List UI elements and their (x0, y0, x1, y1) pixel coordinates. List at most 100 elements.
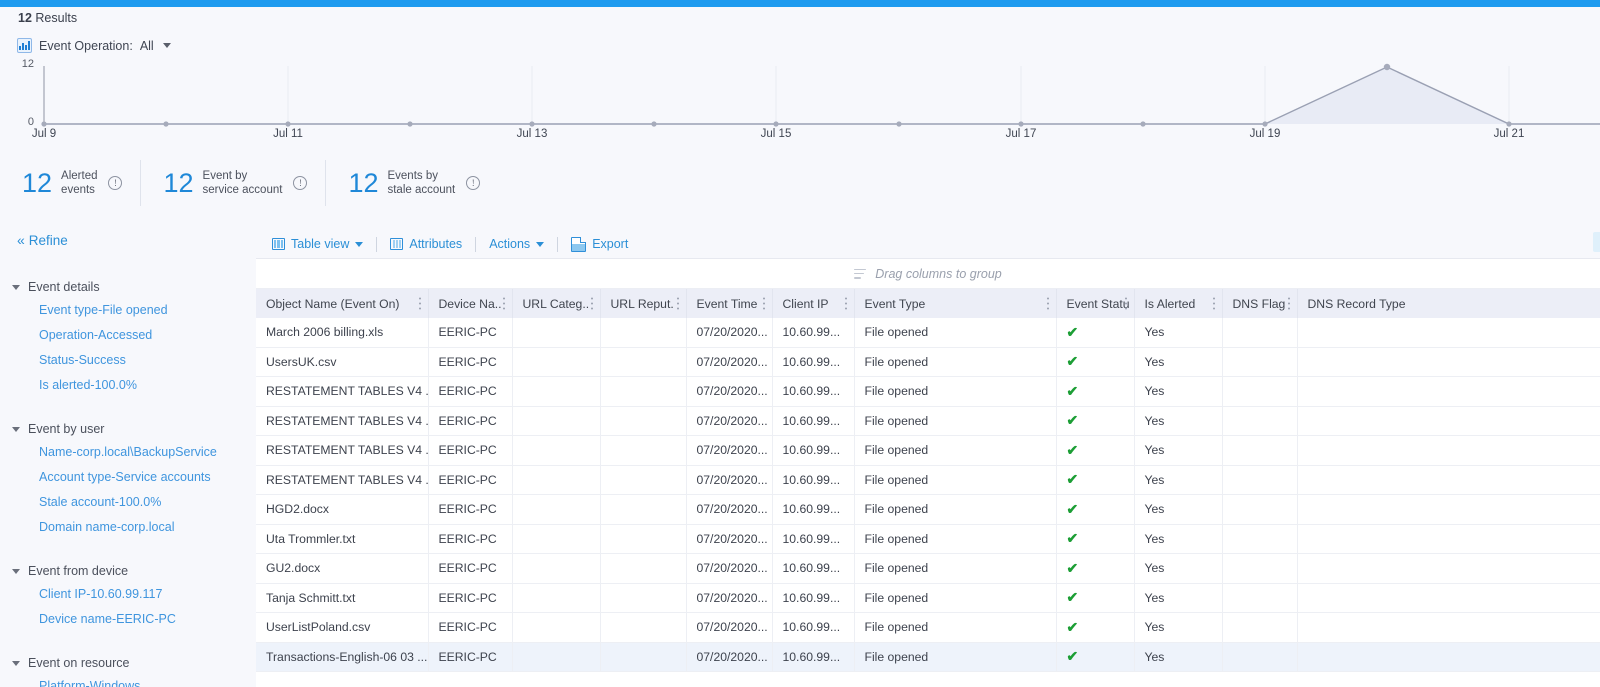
refine-item[interactable]: Name-corp.local\BackupService (0, 440, 252, 465)
cell-event-status: ✔ (1056, 347, 1134, 377)
cell-object-name: UsersUK.csv (256, 347, 428, 377)
status-check-icon: ✔ (1067, 619, 1079, 635)
cell-event-time: 07/20/2020... (686, 406, 772, 436)
info-icon[interactable]: ! (466, 176, 480, 190)
cell-object-name: Transactions-English-06 03 ... (256, 642, 428, 672)
col-dns-flag[interactable]: DNS Flag (1222, 289, 1297, 318)
refine-group-title[interactable]: Event from device (0, 560, 252, 582)
table-row[interactable]: March 2006 billing.xlsEERIC-PC07/20/2020… (256, 318, 1600, 347)
col-url-category[interactable]: URL Categ.. (512, 289, 600, 318)
table-row[interactable]: RESTATEMENT TABLES V4 ...EERIC-PC07/20/2… (256, 406, 1600, 436)
cell-dns-flag (1222, 524, 1297, 554)
table-row[interactable]: Tanja Schmitt.txtEERIC-PC07/20/2020...10… (256, 583, 1600, 613)
col-object-name[interactable]: Object Name (Event On) (256, 289, 428, 318)
cell-is-alerted: Yes (1134, 583, 1222, 613)
refine-item[interactable]: Operation-Accessed (0, 323, 252, 348)
col-event-type[interactable]: Event Type (854, 289, 1056, 318)
results-count-label: Results (35, 11, 77, 25)
column-menu-icon[interactable] (591, 297, 594, 310)
table-view-button[interactable]: Table view (256, 237, 376, 251)
cell-client-ip: 10.60.99... (772, 495, 854, 525)
table-row[interactable]: RESTATEMENT TABLES V4 ...EERIC-PC07/20/2… (256, 465, 1600, 495)
chevron-down-icon[interactable] (163, 43, 171, 48)
event-operation-filter[interactable]: Event Operation: All (17, 38, 171, 53)
cell-device: EERIC-PC (428, 347, 512, 377)
cell-event-type: File opened (854, 524, 1056, 554)
cell-event-type: File opened (854, 642, 1056, 672)
col-label: DNS Record Type (1308, 297, 1406, 311)
col-client-ip[interactable]: Client IP (772, 289, 854, 318)
export-button[interactable]: Export (558, 237, 641, 252)
refine-group-title[interactable]: Event on resource (0, 652, 252, 674)
table-row[interactable]: GU2.docxEERIC-PC07/20/2020...10.60.99...… (256, 554, 1600, 584)
kpi-summary-row: 12 Alerted events ! 12 Event by service … (14, 160, 498, 206)
refine-item[interactable]: Domain name-corp.local (0, 515, 252, 540)
refine-item[interactable]: Is alerted-100.0% (0, 373, 252, 398)
event-operation-value[interactable]: All (140, 39, 154, 53)
kpi-label-line2: events (61, 184, 95, 196)
column-menu-icon[interactable] (1213, 297, 1216, 310)
col-event-time[interactable]: Event Time (686, 289, 772, 318)
table-row[interactable]: RESTATEMENT TABLES V4 ...EERIC-PC07/20/2… (256, 436, 1600, 466)
col-device-name[interactable]: Device Na.. (428, 289, 512, 318)
column-menu-icon[interactable] (503, 297, 506, 310)
table-row[interactable]: Uta Trommler.txtEERIC-PC07/20/2020...10.… (256, 524, 1600, 554)
refine-item[interactable]: Status-Success (0, 348, 252, 373)
refine-item[interactable]: Client IP-10.60.99.117 (0, 582, 252, 607)
table-row[interactable]: RESTATEMENT TABLES V4 ...EERIC-PC07/20/2… (256, 377, 1600, 407)
table-row[interactable]: Transactions-English-06 03 ...EERIC-PC07… (256, 642, 1600, 672)
column-menu-icon[interactable] (845, 297, 848, 310)
refine-item[interactable]: Account type-Service accounts (0, 465, 252, 490)
kpi-event-by-service-account[interactable]: 12 Event by service account ! (140, 160, 325, 206)
cell-object-name: Tanja Schmitt.txt (256, 583, 428, 613)
refine-item[interactable]: Device name-EERIC-PC (0, 607, 252, 632)
info-icon[interactable]: ! (293, 176, 307, 190)
cell-event-type: File opened (854, 495, 1056, 525)
grid-toolbar: Table view Attributes Actions Export (256, 231, 1600, 257)
refine-item[interactable]: Event type-File opened (0, 298, 252, 323)
refine-group-title[interactable]: Event by user (0, 418, 252, 440)
refine-group-title[interactable]: Event details (0, 276, 252, 298)
cell-url-reputation (600, 554, 686, 584)
cell-object-name: Uta Trommler.txt (256, 524, 428, 554)
column-menu-icon[interactable] (419, 297, 422, 310)
col-dns-record-type[interactable]: DNS Record Type (1297, 289, 1600, 318)
col-label: Client IP (783, 297, 829, 311)
col-event-status[interactable]: Event Statu (1056, 289, 1134, 318)
cell-object-name: March 2006 billing.xls (256, 318, 428, 347)
column-menu-icon[interactable] (763, 297, 766, 310)
attributes-button[interactable]: Attributes (377, 237, 475, 251)
kpi-label-line1: Alerted (61, 170, 97, 182)
cell-is-alerted: Yes (1134, 465, 1222, 495)
cell-client-ip: 10.60.99... (772, 406, 854, 436)
cell-is-alerted: Yes (1134, 524, 1222, 554)
column-menu-icon[interactable] (1047, 297, 1050, 310)
refine-toggle[interactable]: « Refine (17, 232, 68, 248)
table-row[interactable]: UsersUK.csvEERIC-PC07/20/2020...10.60.99… (256, 347, 1600, 377)
col-is-alerted[interactable]: Is Alerted (1134, 289, 1222, 318)
col-label: DNS Flag (1233, 297, 1286, 311)
info-icon[interactable]: ! (108, 176, 122, 190)
column-menu-icon[interactable] (1288, 297, 1291, 310)
right-edge-widget[interactable] (1593, 232, 1600, 252)
cell-url-category (512, 436, 600, 466)
col-url-reputation[interactable]: URL Reput. (600, 289, 686, 318)
refine-item[interactable]: Platform-Windows (0, 674, 252, 687)
cell-is-alerted: Yes (1134, 495, 1222, 525)
group-drop-area[interactable]: Drag columns to group (256, 259, 1600, 289)
cell-device: EERIC-PC (428, 377, 512, 407)
cell-dns-record-type (1297, 377, 1600, 407)
col-label: Event Time (697, 297, 758, 311)
column-menu-icon[interactable] (1125, 297, 1128, 310)
kpi-alerted-events[interactable]: 12 Alerted events ! (14, 160, 140, 206)
actions-button[interactable]: Actions (476, 237, 557, 251)
table-row[interactable]: HGD2.docxEERIC-PC07/20/2020...10.60.99..… (256, 495, 1600, 525)
refine-group-label: Event by user (28, 422, 104, 436)
refine-item[interactable]: Stale account-100.0% (0, 490, 252, 515)
columns-icon (390, 238, 403, 250)
cell-event-time: 07/20/2020... (686, 347, 772, 377)
column-menu-icon[interactable] (677, 297, 680, 310)
table-row[interactable]: UserListPoland.csvEERIC-PC07/20/2020...1… (256, 613, 1600, 643)
kpi-events-by-stale-account[interactable]: 12 Events by stale account ! (325, 160, 498, 206)
cell-object-name: GU2.docx (256, 554, 428, 584)
